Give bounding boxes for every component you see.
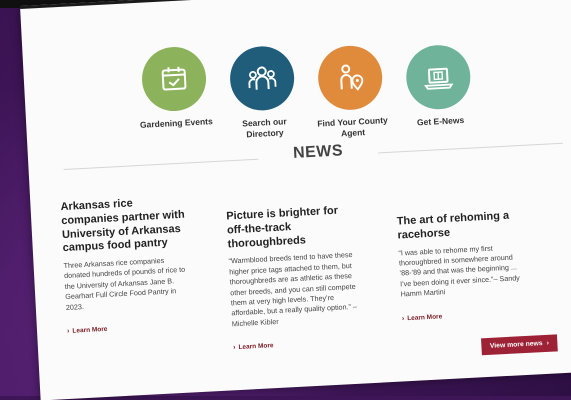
article-title[interactable]: The art of rehoming a racehorse (396, 209, 525, 243)
article-title[interactable]: Picture is brighter for off-the-track th… (226, 204, 356, 252)
quick-link-label: Find Your County Agent (315, 115, 390, 142)
news-article: Picture is brighter for off-the-track th… (226, 204, 361, 355)
quick-link-search-directory[interactable]: Search our Directory (216, 44, 311, 143)
chevron-right-icon: › (546, 340, 549, 347)
quick-link-get-e-news[interactable]: Get E-News (392, 43, 486, 130)
learn-more-link[interactable]: › Learn More (233, 343, 274, 352)
quick-link-find-county-agent[interactable]: Find Your County Agent (304, 44, 399, 143)
chevron-right-icon: › (402, 315, 405, 322)
learn-more-label: Learn More (72, 326, 107, 335)
chevron-right-icon: › (67, 328, 70, 335)
article-summary: Three Arkansas rice companies donated hu… (63, 254, 194, 313)
news-article: Arkansas rice companies partner with Uni… (60, 194, 195, 338)
article-title[interactable]: Arkansas rice companies partner with Uni… (60, 194, 191, 256)
calendar-check-icon (140, 45, 207, 112)
laptop-newsletter-icon (405, 44, 472, 111)
quick-link-label: Get E-News (395, 114, 485, 130)
quick-link-label: Search our Directory (234, 116, 295, 142)
news-article: The art of rehoming a racehorse “I was a… (396, 209, 530, 325)
news-heading: NEWS (268, 141, 369, 164)
news-divider-left (64, 159, 259, 170)
learn-more-link[interactable]: › Learn More (402, 313, 443, 322)
learn-more-link[interactable]: › Learn More (67, 326, 108, 335)
person-location-icon (317, 44, 384, 111)
webpage-panel: Gardening Events Search our Directory (20, 0, 571, 400)
people-group-icon (228, 45, 295, 112)
quick-link-gardening-events[interactable]: Gardening Events (127, 45, 221, 132)
article-summary: “Warmblood breeds tend to have these hig… (228, 250, 360, 330)
learn-more-label: Learn More (238, 343, 273, 352)
view-more-news-button[interactable]: View more news › (481, 334, 558, 355)
chevron-right-icon: › (233, 345, 236, 352)
view-more-label: View more news (490, 340, 543, 350)
quick-link-label: Gardening Events (131, 116, 221, 132)
quick-links: Gardening Events Search our Directory (127, 24, 473, 162)
article-summary: “I was able to rehome my first thoroughb… (398, 241, 529, 300)
learn-more-label: Learn More (407, 313, 442, 322)
